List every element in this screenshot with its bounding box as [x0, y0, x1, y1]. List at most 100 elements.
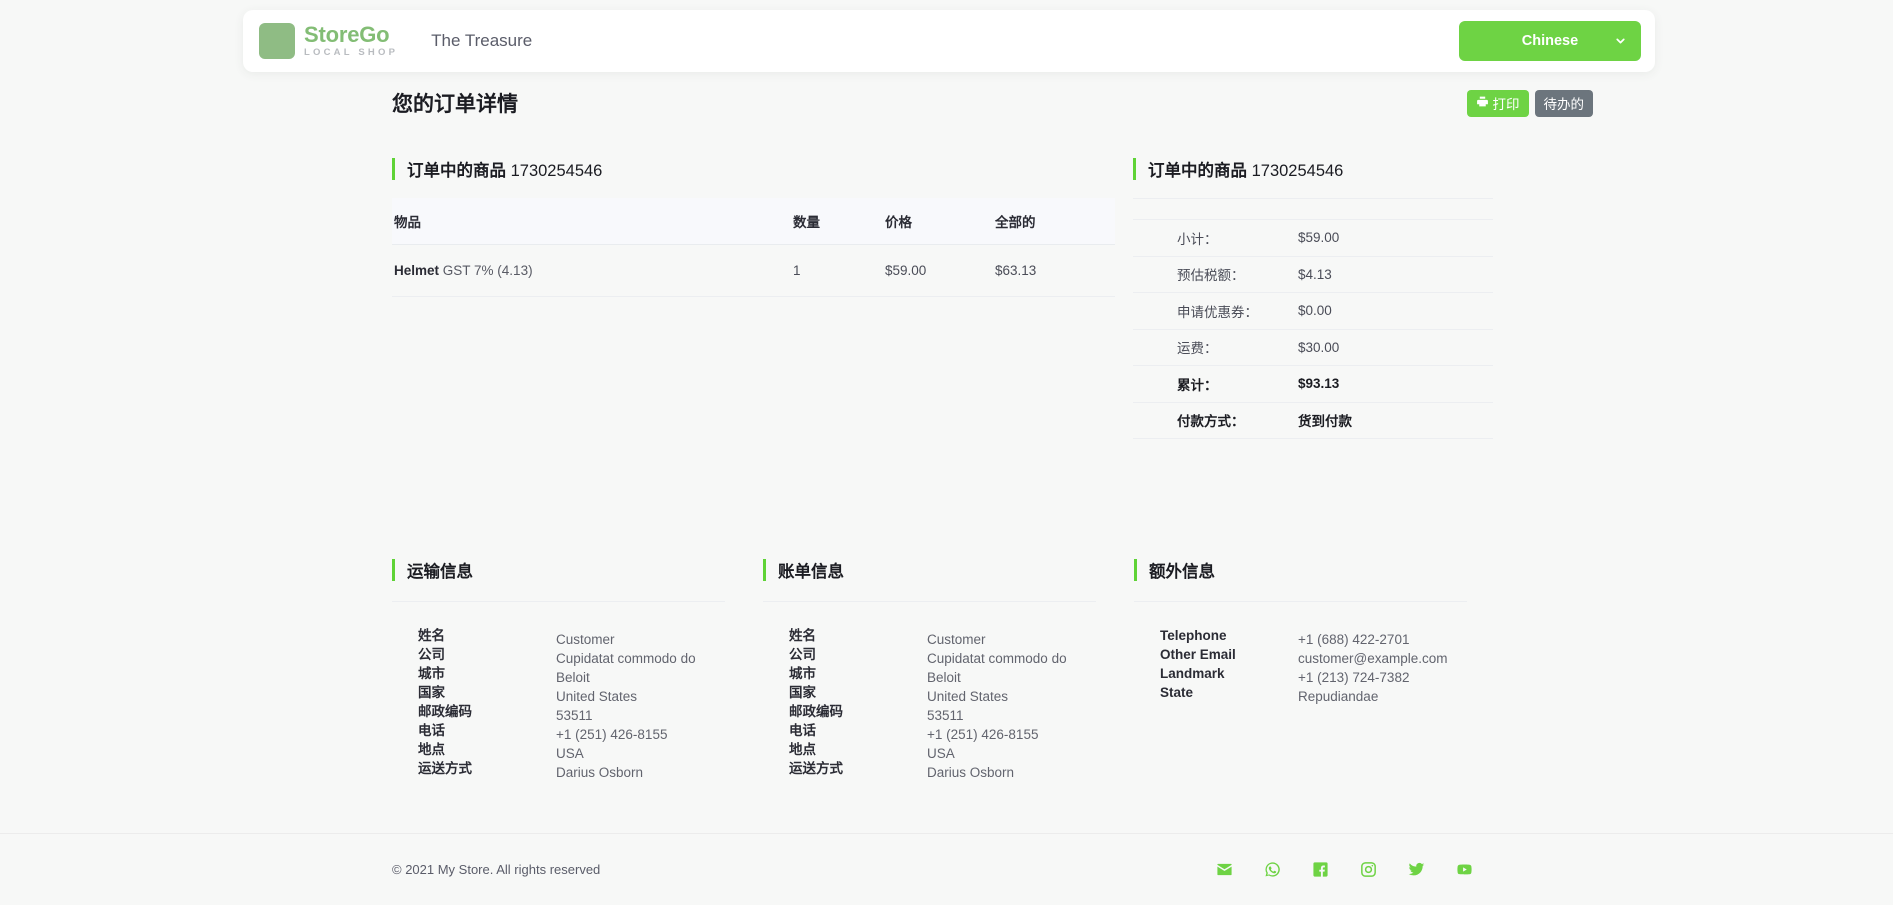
value-postcode: 53511 — [927, 708, 964, 723]
page-header: 您的订单详情 打印 待办的 — [0, 72, 1893, 134]
youtube-icon[interactable] — [1456, 861, 1473, 878]
summary-row-coupon: 申请优惠券： $0.00 — [1133, 293, 1493, 330]
summary-label-subtotal: 小计： — [1177, 231, 1218, 247]
copyright-text: © 2021 My Store. All rights reserved — [392, 862, 601, 877]
cell-total: $63.13 — [995, 244, 1115, 297]
accent-bar — [1133, 158, 1136, 180]
logo-name: StoreGo — [304, 22, 390, 48]
shipping-info-values: Customer Cupidatat commodo do Beloit Uni… — [556, 630, 725, 782]
value-name: Customer — [556, 632, 615, 647]
order-summary-list: 小计： $59.00 预估税额： $4.13 申请优惠券： $0.00 运费： … — [1133, 198, 1493, 439]
billing-info-labels: 姓名 公司 城市 国家 邮政编码 电话 地点 运送方式 — [763, 626, 927, 782]
label-state: State — [1160, 685, 1194, 700]
label-company: 公司 — [418, 647, 445, 662]
billing-info-values: Customer Cupidatat commodo do Beloit Uni… — [927, 630, 1096, 782]
twitter-icon[interactable] — [1408, 861, 1425, 878]
whatsapp-icon[interactable] — [1264, 861, 1281, 878]
shipping-info-heading-label: 运输信息 — [407, 563, 473, 581]
summary-value-total: $93.13 — [1298, 376, 1340, 392]
site-footer: © 2021 My Store. All rights reserved — [0, 833, 1893, 905]
language-select[interactable]: Chinese — [1459, 21, 1641, 61]
billing-info-table: 姓名 公司 城市 国家 邮政编码 电话 地点 运送方式 Customer Cup… — [763, 626, 1096, 782]
facebook-icon[interactable] — [1312, 861, 1329, 878]
label-other-email: Other Email — [1160, 647, 1236, 662]
extra-info-labels: Telephone Other Email Landmark State — [1134, 626, 1298, 706]
label-telephone: Telephone — [1160, 628, 1227, 643]
label-city: 城市 — [418, 666, 445, 681]
column-header-price: 价格 — [885, 198, 995, 245]
page-title: 您的订单详情 — [392, 93, 518, 116]
divider — [1134, 601, 1467, 602]
language-select-value: Chinese — [1521, 33, 1579, 49]
order-summary-card: 订单中的商品 1730254546 小计： $59.00 预估税额： $4.13… — [1133, 156, 1493, 439]
extra-info-heading-label: 额外信息 — [1149, 563, 1215, 581]
value-name: Customer — [927, 632, 986, 647]
summary-value-tax: $4.13 — [1298, 266, 1332, 282]
summary-label-tax: 预估税额： — [1177, 268, 1245, 284]
chevron-down-icon — [1614, 35, 1627, 48]
accent-bar — [392, 158, 395, 180]
table-row: Helmet GST 7% (4.13) 1 $59.00 $63.13 — [392, 244, 1115, 297]
value-country: United States — [556, 689, 638, 704]
summary-row-subtotal: 小计： $59.00 — [1133, 220, 1493, 257]
item-name: Helmet — [394, 263, 440, 278]
value-country: United States — [927, 689, 1009, 704]
shipping-info-table: 姓名 公司 城市 国家 邮政编码 电话 地点 运送方式 Customer Cup… — [392, 626, 725, 782]
label-city: 城市 — [789, 666, 816, 681]
cell-qty: 1 — [793, 244, 885, 297]
value-location: USA — [556, 746, 584, 761]
value-city: Beloit — [927, 670, 961, 685]
value-shipping-method: Darius Osborn — [556, 765, 644, 780]
summary-label-shipping: 运费： — [1177, 341, 1218, 357]
extra-info-card: 额外信息 Telephone Other Email Landmark Stat… — [1134, 557, 1505, 782]
email-icon[interactable] — [1216, 861, 1233, 878]
value-postcode: 53511 — [556, 708, 593, 723]
summary-row-total: 累计： $93.13 — [1133, 366, 1493, 403]
main-content: 您的订单详情 打印 待办的 订单中的商品 1730254546 物品 数量 价格… — [0, 72, 1893, 782]
value-company: Cupidatat commodo do — [556, 651, 696, 666]
order-items-table-body: Helmet GST 7% (4.13) 1 $59.00 $63.13 — [392, 244, 1115, 297]
shipping-info-heading: 运输信息 — [392, 557, 725, 583]
address-info-row: 运输信息 姓名 公司 城市 国家 邮政编码 电话 地点 运送方式 Custome… — [0, 557, 1893, 782]
value-landmark: +1 (213) 724-7382 — [1298, 670, 1410, 685]
item-tax: GST 7% (4.13) — [442, 263, 533, 278]
summary-row-payment-method: 付款方式： 货到付款 — [1133, 403, 1493, 439]
order-overview-row: 订单中的商品 1730254546 物品 数量 价格 全部的 Helmet GS… — [0, 156, 1893, 439]
social-links — [1216, 861, 1473, 878]
column-header-total: 全部的 — [995, 198, 1115, 245]
status-badge[interactable]: 待办的 — [1534, 89, 1593, 117]
summary-value-payment-method: 货到付款 — [1298, 414, 1352, 430]
value-phone: +1 (251) 426-8155 — [927, 727, 1039, 742]
column-header-item: 物品 — [392, 198, 793, 245]
label-shipping-method: 运送方式 — [789, 761, 843, 776]
accent-bar — [392, 559, 395, 581]
instagram-icon[interactable] — [1360, 861, 1377, 878]
summary-value-subtotal: $59.00 — [1298, 230, 1340, 246]
summary-label-payment-method: 付款方式： — [1177, 414, 1245, 430]
label-country: 国家 — [789, 685, 816, 700]
label-name: 姓名 — [789, 628, 816, 643]
label-location: 地点 — [418, 742, 445, 757]
store-title: The Treasure — [431, 31, 533, 50]
value-shipping-method: Darius Osborn — [927, 765, 1015, 780]
logo-mark-icon — [259, 23, 295, 59]
order-items-table-head: 物品 数量 价格 全部的 — [392, 198, 1115, 245]
summary-row-shipping: 运费： $30.00 — [1133, 330, 1493, 366]
logo-text: StoreGo LOCAL SHOP — [304, 24, 398, 58]
label-phone: 电话 — [418, 723, 445, 738]
billing-info-card: 账单信息 姓名 公司 城市 国家 邮政编码 电话 地点 运送方式 Custome… — [763, 557, 1134, 782]
label-postcode: 邮政编码 — [789, 704, 843, 719]
shipping-info-labels: 姓名 公司 城市 国家 邮政编码 电话 地点 运送方式 — [392, 626, 556, 782]
label-company: 公司 — [789, 647, 816, 662]
extra-info-values: +1 (688) 422-2701 customer@example.com +… — [1298, 630, 1467, 706]
summary-label-total: 累计： — [1177, 377, 1218, 393]
order-number: 1730254546 — [510, 162, 603, 180]
label-location: 地点 — [789, 742, 816, 757]
value-company: Cupidatat commodo do — [927, 651, 1067, 666]
order-summary-heading-label: 订单中的商品 — [1148, 162, 1247, 180]
order-items-card: 订单中的商品 1730254546 物品 数量 价格 全部的 Helmet GS… — [392, 156, 1115, 439]
order-summary-heading: 订单中的商品 1730254546 — [1133, 156, 1493, 182]
logo[interactable]: StoreGo LOCAL SHOP — [259, 23, 398, 59]
print-button[interactable]: 打印 — [1466, 89, 1529, 117]
shipping-info-card: 运输信息 姓名 公司 城市 国家 邮政编码 电话 地点 运送方式 Custome… — [392, 557, 763, 782]
